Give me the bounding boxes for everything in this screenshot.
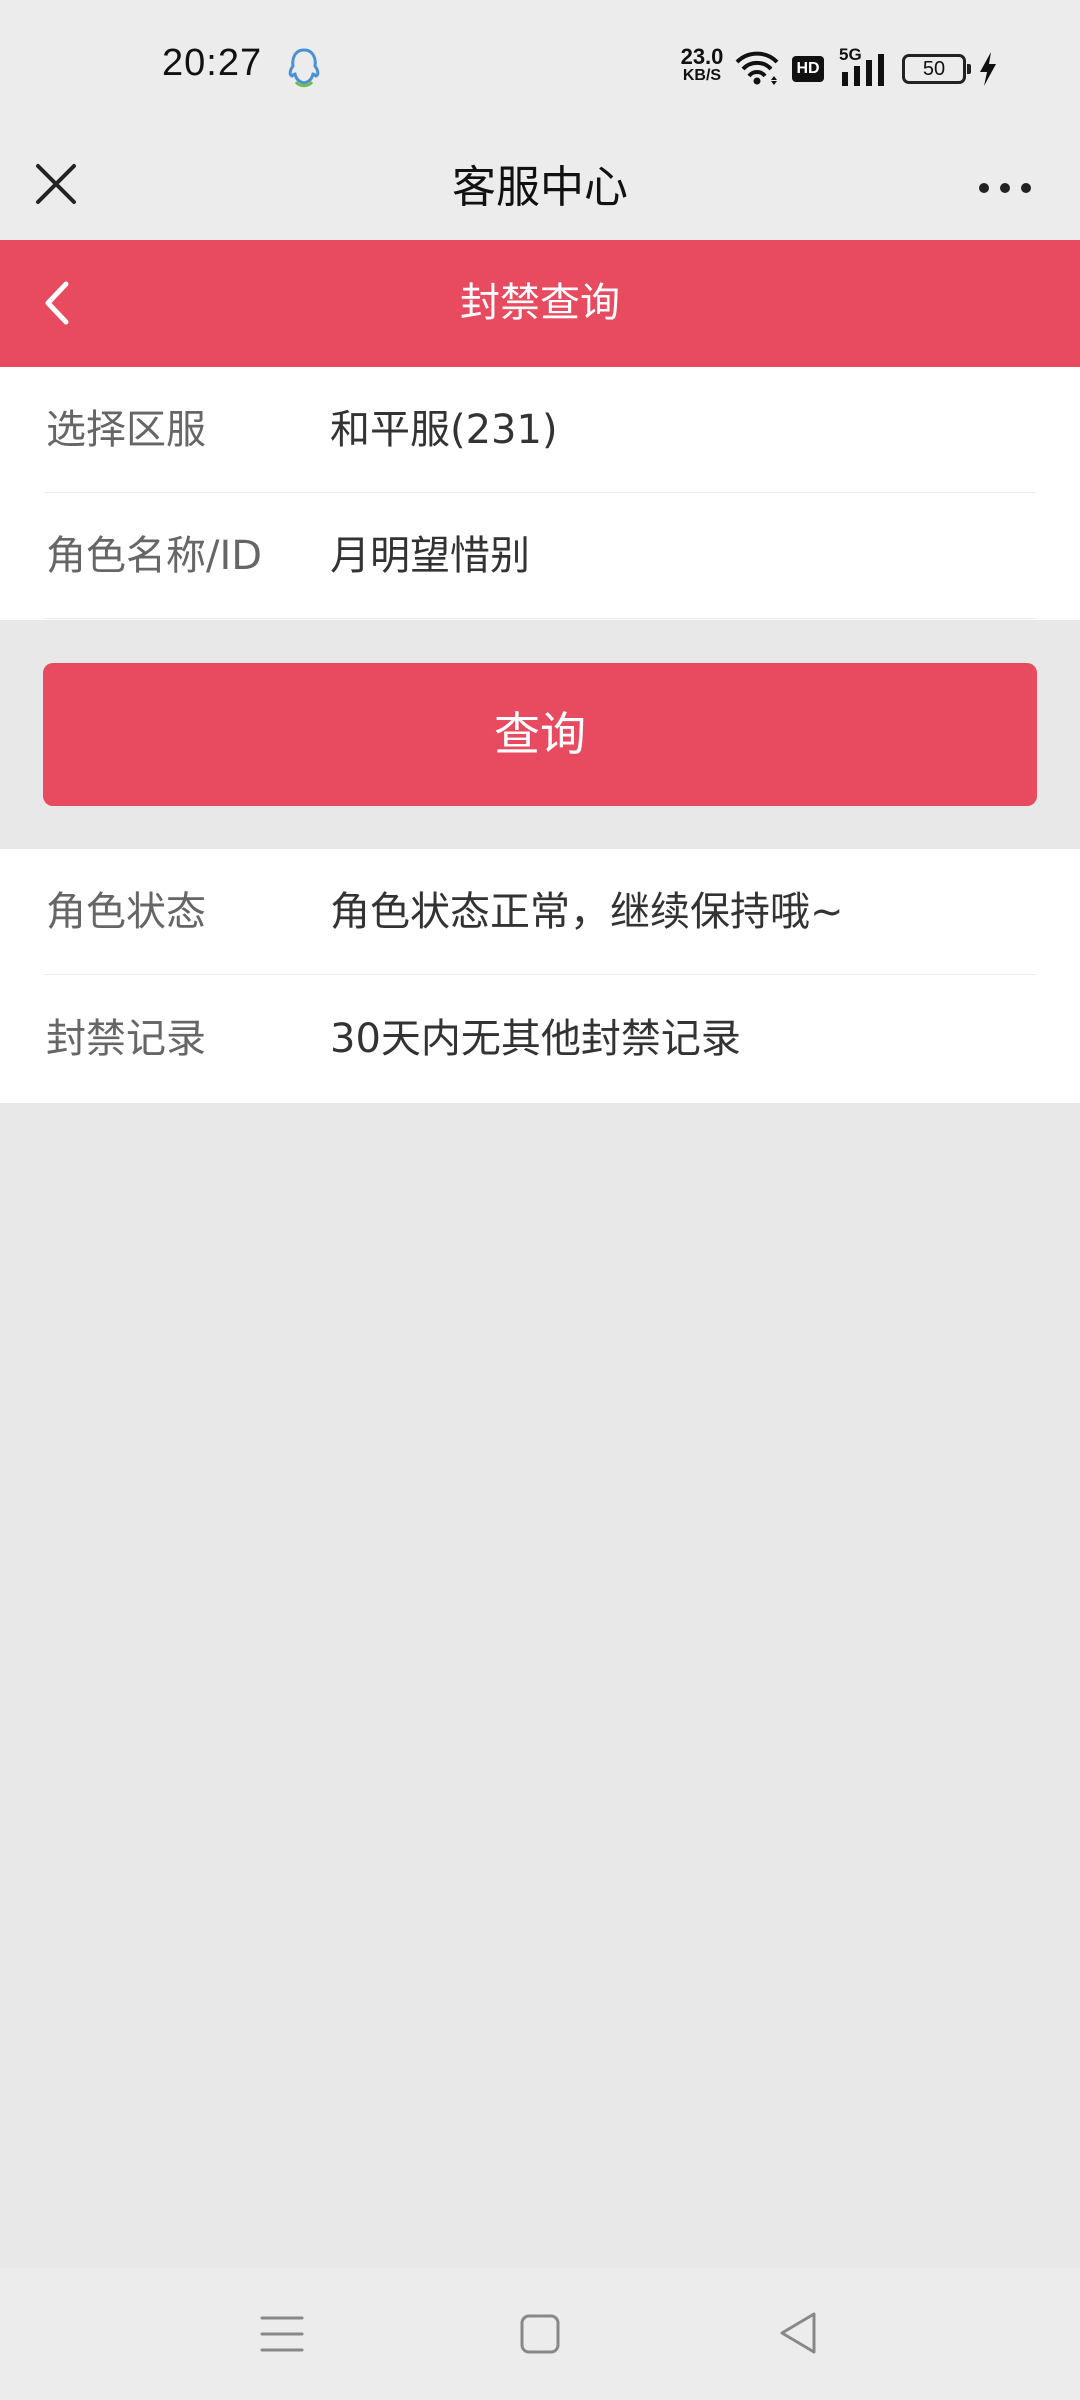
- role-label: 角色名称/ID: [46, 533, 263, 579]
- role-input-row: 角色名称/ID 月明望惜别: [44, 493, 1036, 619]
- recent-apps-icon[interactable]: [258, 2312, 306, 2356]
- header-title: 封禁查询: [460, 280, 620, 326]
- charging-bolt-icon: [980, 52, 996, 86]
- hd-badge: HD: [792, 56, 824, 82]
- query-button-area: 查询: [0, 620, 1080, 849]
- status-bar: 20:27 23.0 KB/S HD 5G 50: [0, 0, 1080, 136]
- system-navigation-bar: [0, 2268, 1080, 2400]
- query-form: 选择区服 和平服(231) 角色名称/ID 月明望惜别: [0, 367, 1080, 620]
- record-value: 30天内无其他封禁记录: [330, 1016, 741, 1062]
- status-label: 角色状态: [46, 889, 206, 935]
- record-label: 封禁记录: [46, 1016, 206, 1062]
- section-header: 封禁查询: [0, 240, 1080, 367]
- top-navigation-bar: 客服中心: [0, 136, 1080, 240]
- status-time: 20:27: [162, 42, 263, 84]
- back-arrow-icon[interactable]: [30, 270, 84, 336]
- page-title: 客服中心: [452, 162, 628, 213]
- network-speed: 23.0 KB/S: [668, 46, 736, 84]
- role-name-input[interactable]: 月明望惜别: [330, 493, 530, 619]
- status-value: 角色状态正常，继续保持哦~: [330, 889, 844, 935]
- server-label: 选择区服: [46, 407, 206, 453]
- server-select-row[interactable]: 选择区服 和平服(231): [44, 367, 1036, 493]
- server-select[interactable]: 和平服(231): [330, 367, 558, 493]
- role-status-row: 角色状态 角色状态正常，继续保持哦~: [44, 849, 1036, 975]
- speed-value: 23.0: [680, 44, 724, 69]
- speed-unit: KB/S: [682, 67, 722, 84]
- battery-indicator: 50: [902, 54, 971, 84]
- close-icon[interactable]: [28, 156, 92, 220]
- more-options-icon[interactable]: [970, 162, 1040, 214]
- home-icon[interactable]: [516, 2310, 564, 2358]
- query-result: 角色状态 角色状态正常，继续保持哦~ 封禁记录 30天内无其他封禁记录: [0, 849, 1080, 1103]
- ban-record-row: 封禁记录 30天内无其他封禁记录: [44, 976, 1036, 1102]
- network-type: 5G: [838, 45, 863, 64]
- back-triangle-icon[interactable]: [776, 2308, 820, 2358]
- wifi-icon: [735, 51, 779, 85]
- qq-notification-icon: [288, 48, 320, 88]
- query-button[interactable]: 查询: [43, 663, 1037, 806]
